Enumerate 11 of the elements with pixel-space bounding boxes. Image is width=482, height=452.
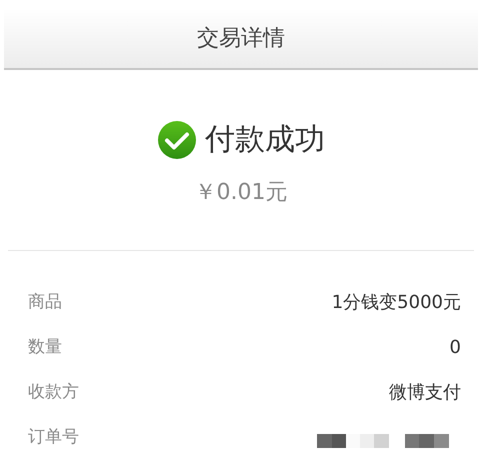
success-check-icon: [157, 120, 197, 160]
field-label: 数量: [28, 336, 62, 359]
field-value: 0: [450, 336, 461, 360]
amount-text: ￥0.01元: [194, 179, 288, 207]
field-label: 商品: [28, 290, 62, 314]
page-title: 交易详情: [197, 24, 285, 52]
field-label: 订单号: [28, 426, 79, 449]
field-value: 微博支付: [389, 381, 461, 405]
status-title: 付款成功: [205, 125, 325, 155]
field-label: 收款方: [28, 380, 79, 404]
field-value: 1分钱变5000元: [332, 291, 461, 315]
